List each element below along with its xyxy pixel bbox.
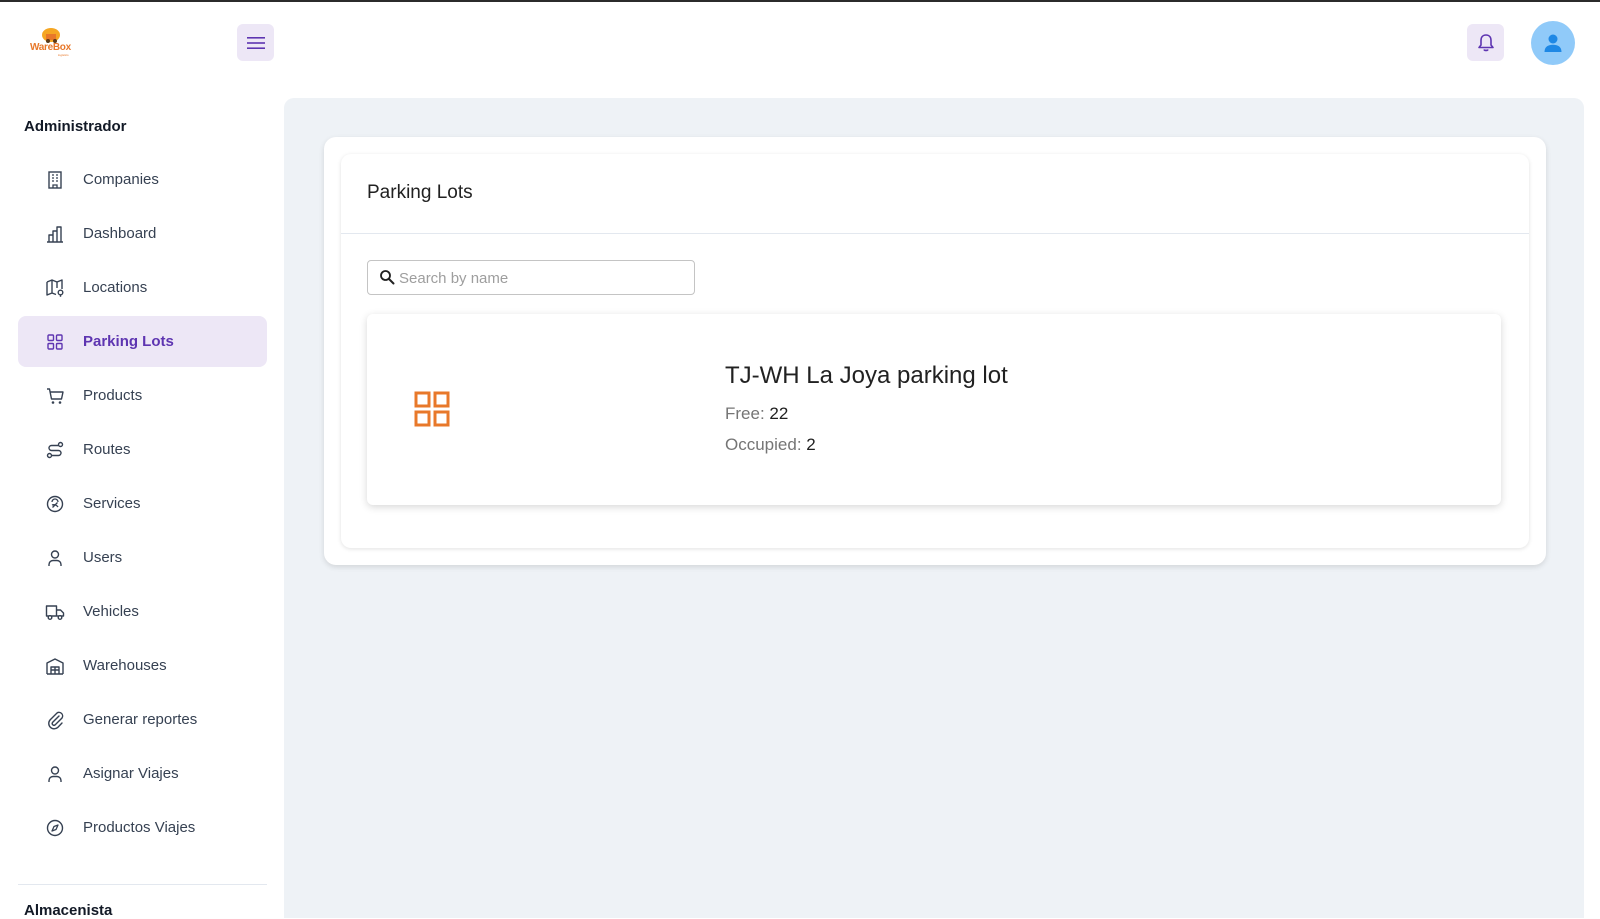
menu-toggle-button[interactable] [237,24,274,61]
user-icon [44,547,66,569]
parking-lot-name: TJ-WH La Joya parking lot [725,362,1008,389]
search-input[interactable] [399,268,679,288]
user-icon [1544,34,1562,52]
sidebar-item-label: Routes [83,441,131,458]
sidebar-section-title: Administrador [24,118,127,135]
sidebar-item-routes[interactable]: Routes [18,424,267,475]
building-icon [44,169,66,191]
sidebar-divider [18,884,267,885]
compass-icon [44,817,66,839]
page-title: Parking Lots [367,182,473,203]
sidebar-item-companies[interactable]: Companies [18,154,267,205]
sidebar-item-parking-lots[interactable]: Parking Lots [18,316,267,367]
sidebar: Administrador Companies Dashboard Locati… [0,96,283,919]
occupied-spaces: Occupied: 2 [725,435,816,455]
sidebar-item-locations[interactable]: Locations [18,262,267,313]
route-icon [44,439,66,461]
map-pin-icon [44,277,66,299]
sidebar-item-label: Companies [83,171,159,188]
search-icon [380,270,395,285]
free-spaces: Free: 22 [725,404,788,424]
search-field[interactable] [367,260,695,295]
warehouse-icon [44,655,66,677]
occupied-value: 2 [806,435,816,454]
sidebar-item-label: Services [83,495,141,512]
sidebar-item-label: Asignar Viajes [83,765,179,782]
sidebar-item-label: Locations [83,279,148,296]
sidebar-item-label: Parking Lots [83,333,174,350]
sidebar-item-label: Users [83,549,123,566]
content-wrapper-card: Parking Lots TJ-WH La Joya parking lot [324,137,1546,565]
sidebar-item-label: Products [83,387,143,404]
sidebar-item-products[interactable]: Products [18,370,267,421]
grid-icon [44,331,66,353]
paperclip-icon [44,709,66,731]
truck-icon [44,601,66,623]
sidebar-item-services[interactable]: Services [18,478,267,529]
logo-text: WareBox [30,42,71,53]
bell-icon [1477,33,1494,51]
grid-icon [414,391,450,427]
sidebar-item-asignar-viajes[interactable]: Asignar Viajes [18,748,267,799]
user-icon [44,763,66,785]
shopping-cart-icon [44,385,66,407]
user-avatar-button[interactable] [1531,21,1575,65]
parking-lots-card: Parking Lots TJ-WH La Joya parking lot [341,154,1529,548]
sidebar-item-label: Generar reportes [83,711,198,728]
sidebar-item-vehicles[interactable]: Vehicles [18,586,267,637]
free-label: Free: [725,404,765,423]
sidebar-item-users[interactable]: Users [18,532,267,583]
sidebar-item-label: Dashboard [83,225,157,242]
logo-subtext: logistics [58,53,69,57]
card-divider [341,233,1529,234]
sidebar-item-label: Vehicles [83,603,139,620]
logo[interactable]: WareBox logistics [28,26,78,60]
sidebar-section-title: Almacenista [24,902,113,919]
notifications-button[interactable] [1467,24,1504,61]
sidebar-item-warehouses[interactable]: Warehouses [18,640,267,691]
sidebar-item-label: Warehouses [83,657,167,674]
bar-chart-icon [44,223,66,245]
hamburger-menu-icon [246,36,265,49]
free-value: 22 [769,404,789,423]
app-header: WareBox logistics [0,2,1600,82]
sidebar-item-generar-reportes[interactable]: Generar reportes [18,694,267,745]
occupied-label: Occupied: [725,435,802,454]
sidebar-item-productos-viajes[interactable]: Productos Viajes [18,802,267,853]
main-content: Parking Lots TJ-WH La Joya parking lot [284,98,1584,918]
parking-lot-card[interactable]: TJ-WH La Joya parking lot Free: 22 Occup… [367,314,1501,505]
sidebar-item-label: Productos Viajes [83,819,196,836]
sidebar-item-dashboard[interactable]: Dashboard [18,208,267,259]
service-icon [44,493,66,515]
